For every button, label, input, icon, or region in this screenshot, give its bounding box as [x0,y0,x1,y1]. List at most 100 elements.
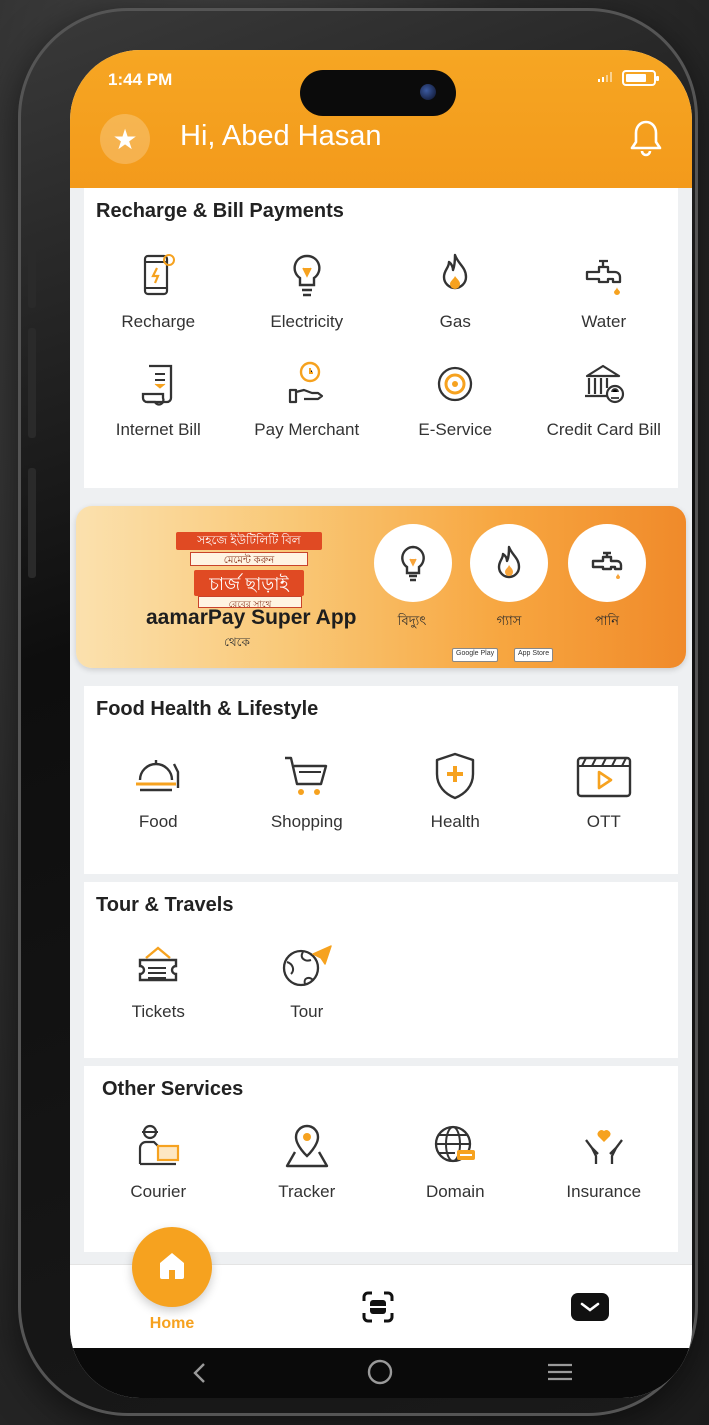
back-icon[interactable] [190,1360,210,1391]
other-grid: Courier Tracker Domain Insurance [84,1116,678,1202]
bank-icon [573,354,635,414]
service-insurance[interactable]: Insurance [530,1116,679,1202]
service-label: Courier [130,1182,187,1201]
screen: 1:44 PM ★ Hi, Abed Hasan Recharge & Bill… [70,50,692,1398]
bottom-nav: Home [70,1227,692,1348]
ticket-icon [127,936,189,996]
video-play-icon [573,746,635,806]
service-label: Tour [290,1002,324,1021]
avatar[interactable]: ★ [100,114,150,164]
cart-icon [276,746,338,806]
service-tracker[interactable]: Tracker [233,1116,382,1202]
water-tap-icon [573,246,635,306]
shield-plus-icon [424,746,486,806]
service-credit-card-bill[interactable]: Credit Card Bill [530,354,679,440]
hands-heart-icon [573,1116,635,1176]
food-card: Food Health & Lifestyle Food Shopping Heal… [84,686,678,874]
bulb-icon [374,524,452,602]
map-pin-icon [276,1116,338,1176]
service-label: Credit Card Bill [546,420,661,439]
service-pay-merchant[interactable]: Pay Merchant [233,354,382,440]
status-icons [598,70,659,86]
promo-banner[interactable]: সহজে ইউটিলিটি বিল মেমেন্ট করুন চার্জ ছাড… [76,506,686,668]
service-label: OTT [586,812,621,831]
signal-icon [598,71,612,85]
service-e-service[interactable]: E-Service [381,354,530,440]
system-nav-bar [70,1348,692,1398]
globe-plane-icon [276,936,338,996]
service-label: Internet Bill [115,420,201,439]
service-domain[interactable]: Domain [381,1116,530,1202]
service-label: Recharge [121,312,196,331]
service-tickets[interactable]: Tickets [84,936,233,1022]
greeting: Hi, Abed Hasan [180,120,382,152]
service-label: Water [581,312,627,331]
service-courier[interactable]: Courier [84,1116,233,1202]
service-health[interactable]: Health [381,746,530,832]
service-label: Food [138,812,178,831]
courier-icon [127,1116,189,1176]
banner-label-gas: গ্যাস [496,613,522,628]
section-title-food: Food Health & Lifestyle [96,698,319,720]
mobile-recharge-icon [127,246,189,306]
service-recharge[interactable]: Recharge [84,246,233,332]
section-title-other: Other Services [102,1078,244,1100]
camera-icon [420,84,436,100]
service-label: Tickets [131,1002,185,1021]
volume-up-button [28,238,36,308]
service-label: Electricity [270,312,344,331]
service-label: Pay Merchant [254,420,360,439]
dynamic-island [300,70,456,116]
battery-icon [622,70,659,86]
home-circle-icon[interactable] [366,1358,394,1391]
banner-tag-1: সহজে ইউটিলিটি বিল [176,532,322,550]
service-label: Tracker [278,1182,336,1201]
google-play-badge[interactable]: Google Play [452,648,499,662]
section-title-recharge: Recharge & Bill Payments [96,200,344,222]
globe-icon [424,1116,486,1176]
side-button [28,468,36,578]
travel-grid: Tickets Tour [84,936,678,1022]
bell-icon[interactable] [628,118,664,163]
recharge-grid: Recharge Electricity Gas Water Internet Bill… [84,246,678,440]
hand-coin-icon [276,354,338,414]
banner-label-electricity: বিদ্যুৎ [397,613,427,628]
banner-from: থেকে [224,635,250,649]
service-internet-bill[interactable]: Internet Bill [84,354,233,440]
target-icon [424,354,486,414]
banner-tag-2: চার্জ ছাড়াই [194,570,304,596]
service-food[interactable]: Food [84,746,233,832]
water-tap-icon [568,524,646,602]
scan-icon[interactable] [358,1287,398,1332]
service-gas[interactable]: Gas [381,246,530,332]
banner-sub-1: মেমেন্ট করুন [190,552,308,566]
travel-card: Tour & Travels Tickets Tour [84,882,678,1058]
food-grid: Food Shopping Health OTT [84,746,678,832]
service-label: Gas [439,312,471,331]
nav-home-label[interactable]: Home [142,1315,202,1333]
service-tour[interactable]: Tour [233,936,382,1022]
service-label: Domain [425,1182,485,1201]
section-title-travel: Tour & Travels [96,894,234,916]
banner-app-name: aamarPay Super App [146,606,357,629]
service-water[interactable]: Water [530,246,679,332]
status-time: 1:44 PM [108,70,173,89]
service-electricity[interactable]: Electricity [233,246,382,332]
flame-icon [424,246,486,306]
flame-icon [470,524,548,602]
service-label: Health [430,812,480,831]
app-header: 1:44 PM ★ Hi, Abed Hasan [70,50,692,188]
service-shopping[interactable]: Shopping [233,746,382,832]
volume-down-button [28,328,36,438]
inbox-icon[interactable] [570,1291,610,1328]
food-cloche-icon [127,746,189,806]
app-store-badge[interactable]: App Store [514,648,554,662]
home-button[interactable] [132,1227,212,1307]
service-label: E-Service [418,420,493,439]
receipt-icon [127,354,189,414]
bulb-icon [276,246,338,306]
service-ott[interactable]: OTT [530,746,679,832]
recharge-card: Recharge & Bill Payments Recharge Electri… [84,188,678,488]
menu-icon[interactable] [546,1360,574,1389]
main-content: Recharge & Bill Payments Recharge Electri… [70,188,692,1264]
